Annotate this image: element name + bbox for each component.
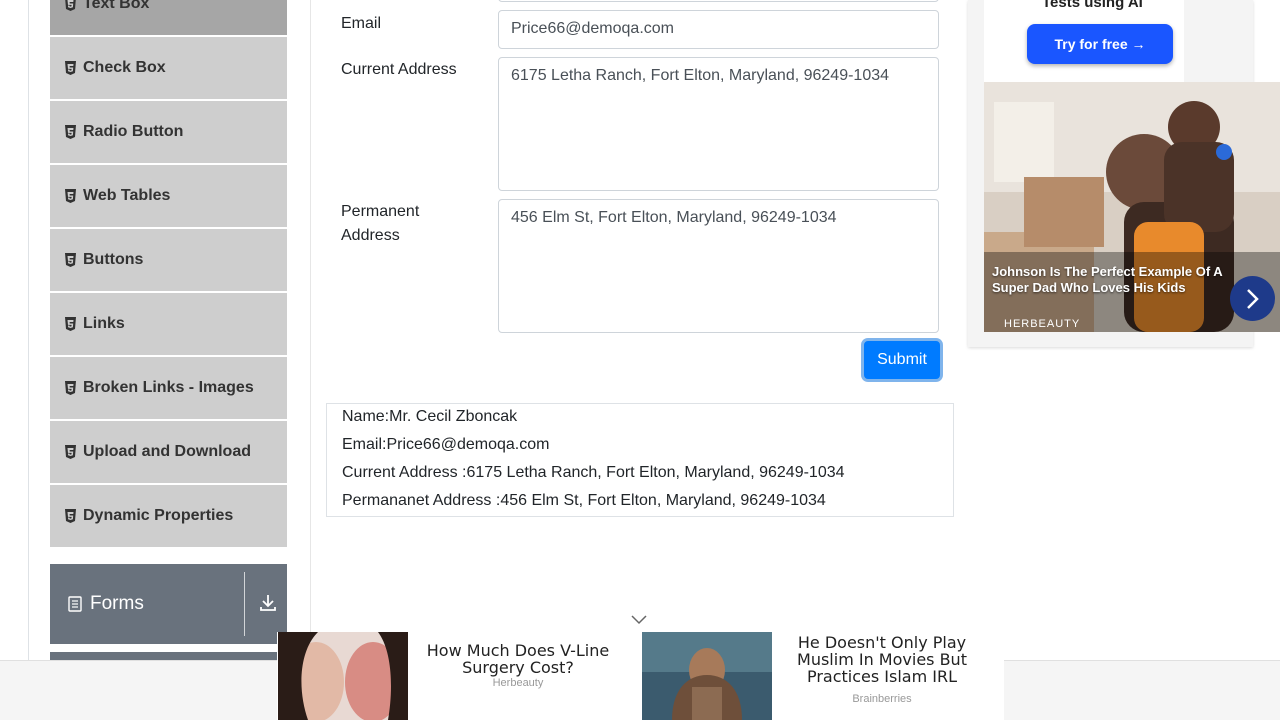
sidebar-item-label: Broken Links - Images bbox=[83, 379, 254, 396]
sidebar-item-label: Text Box bbox=[83, 0, 150, 12]
email-label: Email bbox=[341, 15, 382, 32]
sidebar-item-check-box[interactable]: Check Box bbox=[50, 37, 287, 100]
ad-thumbnail bbox=[278, 632, 408, 720]
html5-icon bbox=[65, 445, 76, 459]
sidebar-item-label: Upload and Download bbox=[83, 443, 251, 460]
permanent-address-label-line: Permanent bbox=[341, 203, 420, 220]
sidebar-item-label: Buttons bbox=[83, 251, 144, 268]
html5-icon bbox=[65, 317, 76, 331]
sidebar-item-web-tables[interactable]: Web Tables bbox=[50, 165, 287, 228]
sidebar-group-forms[interactable]: Forms bbox=[50, 564, 287, 644]
sidebar-group-label: Forms bbox=[90, 593, 144, 614]
name-field-partial[interactable] bbox=[498, 0, 939, 2]
group-separator bbox=[244, 572, 245, 636]
html5-icon bbox=[65, 381, 76, 395]
output-current-address: Current Address :6175 Letha Ranch, Fort … bbox=[342, 464, 845, 481]
permanent-address-field[interactable]: 456 Elm St, Fort Elton, Maryland, 96249-… bbox=[498, 199, 939, 333]
html5-icon bbox=[65, 61, 76, 75]
output-email: Email:Price66@demoqa.com bbox=[342, 436, 550, 453]
sidebar-item-dynamic-properties[interactable]: Dynamic Properties bbox=[50, 485, 287, 548]
bottom-ad-title: He Doesn't Only Play Muslim In Movies Bu… bbox=[797, 633, 967, 686]
document-icon bbox=[68, 596, 82, 612]
output-panel: Name:Mr. Cecil Zboncak Email:Price66@dem… bbox=[326, 403, 954, 517]
sidebar-item-label: Check Box bbox=[83, 59, 166, 76]
chevron-right-icon bbox=[1246, 288, 1259, 309]
ad-next-button[interactable] bbox=[1230, 276, 1275, 321]
sidebar-item-label: Dynamic Properties bbox=[83, 507, 234, 524]
current-address-label: Current Address bbox=[341, 61, 457, 78]
sidebar-item-upload-download[interactable]: Upload and Download bbox=[50, 421, 287, 484]
left-border bbox=[28, 0, 29, 720]
bottom-ad[interactable]: How Much Does V-Line Surgery Cost? Herbe… bbox=[277, 632, 1004, 720]
sidebar-item-label: Web Tables bbox=[83, 187, 171, 204]
chevron-down-icon[interactable] bbox=[630, 612, 648, 626]
ad-brand: HERBEAUTY bbox=[1004, 318, 1081, 330]
current-address-field[interactable]: 6175 Letha Ranch, Fort Elton, Maryland, … bbox=[498, 57, 939, 191]
sidebar-item-broken-links[interactable]: Broken Links - Images bbox=[50, 357, 287, 420]
sidebar-divider bbox=[310, 0, 311, 720]
submit-button[interactable]: Submit bbox=[864, 341, 940, 379]
sidebar-item-text-box[interactable]: Text Box bbox=[50, 0, 287, 36]
permanent-address-label-line: Address bbox=[341, 227, 400, 244]
bottom-ad-source: Brainberries bbox=[852, 693, 912, 705]
ad-top-card: Tests using AI Try for free → bbox=[984, 0, 1184, 82]
sidebar-item-label: Links bbox=[83, 315, 125, 332]
bottom-ad-source: Herbeauty bbox=[492, 677, 544, 689]
ad-thumbnail-image bbox=[642, 632, 772, 720]
email-field[interactable]: Price66@demoqa.com bbox=[498, 10, 939, 49]
html5-icon bbox=[65, 253, 76, 267]
ad-top-text: Tests using AI bbox=[1042, 0, 1143, 11]
page: Text Box Check Box Radio Button Web Tabl… bbox=[0, 0, 1280, 720]
ad-caption: Johnson Is The Perfect Example Of A Supe… bbox=[992, 264, 1223, 295]
download-icon[interactable] bbox=[258, 592, 278, 612]
sidebar-item-links[interactable]: Links bbox=[50, 293, 287, 356]
ad-thumbnail bbox=[642, 632, 772, 720]
try-for-free-button[interactable]: Try for free → bbox=[1027, 24, 1173, 64]
permanent-address-label: Permanent Address bbox=[341, 200, 419, 248]
html5-icon bbox=[65, 509, 76, 523]
sidebar-item-radio-button[interactable]: Radio Button bbox=[50, 101, 287, 164]
sidebar-item-label: Radio Button bbox=[83, 123, 184, 140]
ad-thumbnail-image bbox=[278, 632, 408, 720]
output-permanent-address: Permananet Address :456 Elm St, Fort Elt… bbox=[342, 492, 826, 509]
html5-icon bbox=[65, 189, 76, 203]
html5-icon bbox=[65, 125, 76, 139]
output-name: Name:Mr. Cecil Zboncak bbox=[342, 408, 518, 425]
html5-icon bbox=[65, 0, 76, 11]
bottom-ad-title: How Much Does V-Line Surgery Cost? bbox=[426, 641, 610, 677]
sidebar-item-buttons[interactable]: Buttons bbox=[50, 229, 287, 292]
